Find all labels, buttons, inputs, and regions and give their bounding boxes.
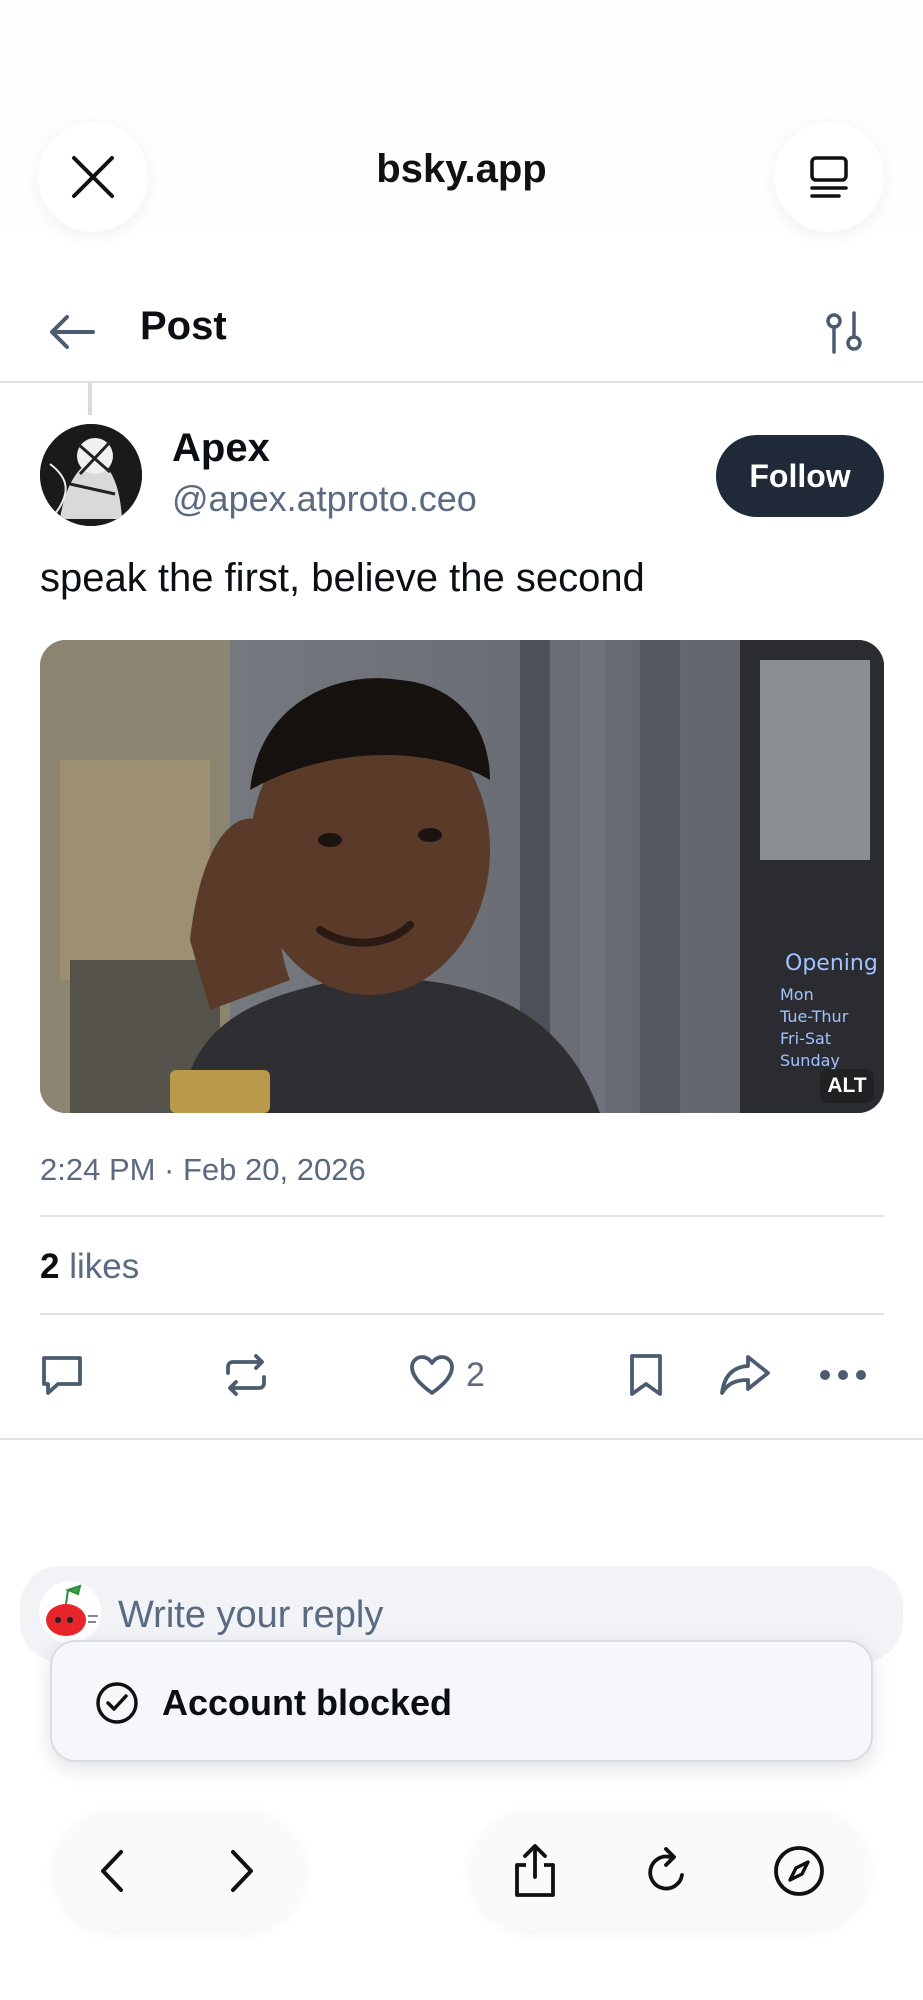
divider — [40, 1215, 884, 1217]
likes-label: likes — [69, 1247, 140, 1286]
post-timestamp: 2:24 PM · Feb 20, 2026 — [40, 1152, 366, 1187]
thread-connector — [88, 383, 92, 415]
sliders-icon — [826, 311, 862, 354]
check-circle-icon — [96, 1682, 138, 1724]
reader-mode-button[interactable] — [774, 122, 884, 232]
app-header: Post — [0, 280, 923, 383]
author-name[interactable]: Apex — [172, 426, 270, 471]
likes-count: 2 — [40, 1247, 60, 1286]
back-button[interactable] — [40, 300, 104, 364]
svg-text:Fri-Sat: Fri-Sat — [780, 1029, 831, 1048]
svg-text:Opening: Opening — [785, 951, 878, 976]
post-image[interactable]: Opening Mon Tue-Thur Fri-Sat Sunday ALT — [40, 640, 884, 1113]
toast-notification: Account blocked — [50, 1640, 873, 1762]
heart-icon — [410, 1355, 454, 1395]
like-count: 2 — [466, 1355, 485, 1394]
reply-button[interactable] — [38, 1345, 86, 1405]
svg-text:Sunday: Sunday — [780, 1051, 840, 1070]
compass-button[interactable] — [764, 1836, 834, 1906]
page-title: Post — [140, 304, 227, 348]
meme-photo: Opening Mon Tue-Thur Fri-Sat Sunday — [40, 640, 884, 1113]
likes-summary[interactable]: 2 likes — [40, 1247, 139, 1287]
reload-icon — [648, 1847, 684, 1891]
share-arrow-icon — [720, 1355, 770, 1395]
arrow-left-icon — [50, 315, 95, 349]
reload-button[interactable] — [632, 1836, 702, 1906]
reply-icon — [42, 1356, 82, 1395]
more-icon — [820, 1370, 866, 1380]
follow-button[interactable]: Follow — [716, 435, 884, 517]
user-avatar — [39, 1581, 101, 1643]
toast-message: Account blocked — [162, 1682, 453, 1723]
bookmark-button[interactable] — [626, 1345, 666, 1405]
svg-text:Mon: Mon — [780, 985, 814, 1004]
browser-nav-group — [55, 1812, 303, 1930]
browser-toolbar: bsky.app — [0, 0, 923, 280]
share-icon — [515, 1844, 555, 1897]
browser-share-button[interactable] — [500, 1836, 570, 1906]
reader-mode-icon — [810, 156, 848, 198]
compass-icon — [774, 1846, 824, 1896]
svg-text:Tue-Thur: Tue-Thur — [779, 1007, 849, 1026]
repost-icon — [226, 1354, 266, 1396]
author-handle[interactable]: @apex.atproto.ceo — [172, 478, 477, 520]
avatar-art — [40, 424, 142, 526]
author-avatar[interactable] — [40, 424, 142, 526]
alt-badge[interactable]: ALT — [820, 1069, 874, 1103]
post-text: speak the first, believe the second — [40, 556, 645, 600]
browser-actions-group — [472, 1812, 868, 1930]
chevron-right-icon — [231, 1850, 253, 1892]
more-button[interactable] — [818, 1345, 868, 1405]
browser-back-button[interactable] — [77, 1836, 147, 1906]
like-button[interactable]: 2 — [408, 1345, 485, 1405]
repost-button[interactable] — [222, 1345, 270, 1405]
divider — [40, 1313, 884, 1315]
bookmark-icon — [630, 1354, 662, 1396]
chevron-left-icon — [101, 1850, 123, 1892]
browser-forward-button[interactable] — [207, 1836, 277, 1906]
thread-settings-button[interactable] — [812, 300, 876, 364]
reply-placeholder: Write your reply — [118, 1594, 384, 1636]
share-button[interactable] — [718, 1345, 772, 1405]
divider — [0, 1438, 923, 1440]
